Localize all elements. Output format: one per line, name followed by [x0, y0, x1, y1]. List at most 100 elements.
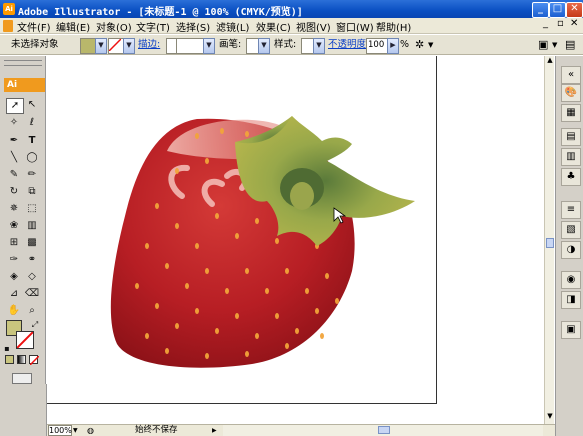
no-stroke-icon: [108, 38, 122, 52]
brushes-panel-icon[interactable]: ▥: [561, 148, 581, 166]
menu-select[interactable]: 选择(S): [176, 19, 210, 34]
gradient-icon[interactable]: ▩: [24, 236, 40, 250]
eraser-icon[interactable]: ⌫: [24, 287, 40, 301]
horizontal-scrollbar[interactable]: [223, 425, 543, 436]
transparency-panel-icon[interactable]: ◑: [561, 241, 581, 259]
appearance-panel-icon[interactable]: ◉: [561, 271, 581, 289]
swap-fill-stroke-icon[interactable]: ⤢: [30, 318, 40, 332]
vertical-scrollbar[interactable]: ▲ ▼: [544, 56, 554, 424]
zoom-icon[interactable]: ⌕: [24, 304, 40, 318]
paintbrush-icon[interactable]: ✎: [6, 168, 22, 182]
direct-selection-tool-icon[interactable]: ↖: [24, 98, 40, 112]
doc-minimize-icon[interactable]: _: [543, 18, 548, 29]
close-button[interactable]: ✕: [566, 2, 583, 18]
color-mode-icon[interactable]: [5, 355, 14, 364]
tools-panel-grip[interactable]: [4, 60, 42, 66]
title-bar: Ai Adobe Illustrator - [未标题-1 @ 100% (CM…: [0, 0, 583, 18]
panel-expand-icon[interactable]: «: [561, 66, 581, 84]
stroke-dropdown[interactable]: ▼: [123, 38, 135, 54]
blend-icon[interactable]: ⚭: [24, 253, 40, 267]
control-bar: 未选择对象 ▼ ▼ 描边: ▼ 画笔: ▼ 样式: ▼ 不透明度: 100 ▶ …: [0, 35, 583, 55]
live-paint-icon[interactable]: ◈: [6, 270, 22, 284]
scale-icon[interactable]: ⧉: [24, 185, 40, 199]
pen-icon[interactable]: ✒: [6, 134, 22, 148]
stroke-weight-input[interactable]: [176, 38, 204, 54]
app-icon: Ai: [3, 3, 15, 15]
recolor-artwork-icon[interactable]: ✲: [415, 38, 424, 52]
recolor-dropdown-icon[interactable]: ▼: [428, 38, 433, 52]
scroll-up-icon[interactable]: ▲: [546, 56, 554, 66]
maximize-button[interactable]: □: [549, 2, 566, 18]
fill-dropdown[interactable]: ▼: [95, 38, 107, 54]
menu-help[interactable]: 帮助(H): [376, 19, 411, 34]
graphic-styles-panel-icon[interactable]: ◨: [561, 291, 581, 309]
lasso-icon[interactable]: ℓ: [24, 116, 40, 130]
warp-icon[interactable]: ✵: [6, 202, 22, 216]
gradient-panel-icon[interactable]: ▧: [561, 221, 581, 239]
free-transform-icon[interactable]: ⬚: [24, 202, 40, 216]
type-icon[interactable]: T: [24, 134, 40, 148]
document-setup-dropdown-icon[interactable]: ▼: [552, 38, 557, 52]
doc-restore-icon[interactable]: ▫: [557, 18, 564, 29]
pasteboard: [437, 56, 544, 404]
stroke-swatch[interactable]: [108, 38, 124, 54]
opacity-dropdown[interactable]: ▶: [387, 38, 399, 54]
scroll-down-icon[interactable]: ▼: [546, 412, 554, 422]
opacity-label[interactable]: 不透明度:: [328, 38, 369, 52]
symbols-panel-icon[interactable]: ♣: [561, 168, 581, 186]
menu-filter[interactable]: 滤镜(L): [216, 19, 249, 34]
menu-file[interactable]: 文件(F): [17, 19, 51, 34]
stroke-label[interactable]: 描边:: [138, 38, 160, 52]
status-bar: 100% ▼ ◍ 始终不保存 ▶: [47, 424, 555, 436]
menu-object[interactable]: 对象(O): [96, 19, 132, 34]
gradient-mode-icon[interactable]: [17, 355, 26, 364]
stroke-weight-dropdown[interactable]: ▼: [203, 38, 215, 54]
zoom-dropdown-icon[interactable]: ▼: [73, 425, 82, 436]
document-setup-icon[interactable]: ▣: [538, 38, 548, 52]
live-paint-select-icon[interactable]: ◇: [24, 270, 40, 284]
menu-effect[interactable]: 效果(C): [256, 19, 291, 34]
ellipse-icon[interactable]: ◯: [24, 151, 40, 165]
color-panel-icon[interactable]: 🎨: [561, 84, 581, 102]
layers-panel-icon[interactable]: ▣: [561, 321, 581, 339]
graph-icon[interactable]: ▥: [24, 219, 40, 233]
no-stroke-indicator-icon: [16, 331, 34, 349]
minimize-button[interactable]: _: [532, 2, 549, 18]
document-icon[interactable]: [3, 20, 13, 32]
menu-window[interactable]: 窗口(W): [336, 19, 374, 34]
tools-panel: Ai ➚ ↖ ✧ ℓ ✒ T ╲ ◯ ✎ ✏ ↻ ⧉ ✵ ⬚ ❀ ▥ ⊞ ▩ ✑…: [0, 56, 46, 384]
zoom-level[interactable]: 100%: [48, 425, 72, 436]
scroll-thumb[interactable]: [546, 238, 554, 248]
screen-mode-button[interactable]: [12, 373, 32, 384]
horizontal-scroll-thumb[interactable]: [378, 426, 390, 434]
menu-edit[interactable]: 编辑(E): [56, 19, 90, 34]
none-mode-icon[interactable]: [29, 355, 40, 366]
pencil-icon[interactable]: ✏: [24, 168, 40, 182]
magic-wand-icon[interactable]: ✧: [6, 116, 22, 130]
brush-dropdown[interactable]: ▼: [258, 38, 270, 54]
stroke-panel-icon[interactable]: ≡: [561, 201, 581, 219]
mesh-icon[interactable]: ⊞: [6, 236, 22, 250]
status-dropdown-icon[interactable]: ▶: [212, 425, 221, 436]
rotate-icon[interactable]: ↻: [6, 185, 22, 199]
strawberry-artwork[interactable]: [47, 56, 437, 403]
color-guide-icon[interactable]: ▦: [561, 104, 581, 122]
style-dropdown[interactable]: ▼: [313, 38, 325, 54]
menu-type[interactable]: 文字(T): [136, 19, 170, 34]
stroke-color-box[interactable]: [16, 331, 34, 349]
hand-icon[interactable]: ✋: [6, 304, 22, 318]
opacity-input[interactable]: 100: [366, 38, 389, 54]
swatches-panel-icon[interactable]: ▤: [561, 128, 581, 146]
control-menu-icon[interactable]: ▤: [565, 38, 575, 52]
doc-close-icon[interactable]: ✕: [570, 18, 578, 29]
eyedropper-icon[interactable]: ✑: [6, 253, 22, 267]
line-icon[interactable]: ╲: [6, 151, 22, 165]
status-menu-icon[interactable]: ◍: [87, 425, 97, 436]
selection-tool-icon[interactable]: ➚: [6, 98, 24, 114]
slice-icon[interactable]: ⊿: [6, 287, 22, 301]
symbol-sprayer-icon[interactable]: ❀: [6, 219, 22, 233]
default-colors-icon[interactable]: ▪: [2, 342, 12, 356]
fill-swatch[interactable]: [80, 38, 96, 54]
menu-view[interactable]: 视图(V): [296, 19, 331, 34]
save-status: 始终不保存: [135, 425, 178, 435]
